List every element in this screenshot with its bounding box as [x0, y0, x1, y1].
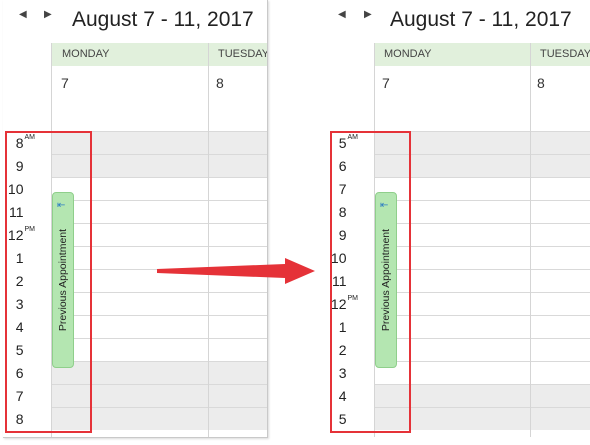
transition-arrow-icon: [157, 258, 315, 284]
next-week-icon[interactable]: ▶: [44, 10, 52, 20]
day-header-row: MONDAY TUESDAY: [51, 43, 267, 66]
highlight-box-after: [330, 131, 411, 433]
previous-week-icon[interactable]: ◀: [19, 10, 27, 20]
previous-week-icon[interactable]: ◀: [338, 10, 346, 20]
day-name-tuesday: TUESDAY: [218, 48, 268, 60]
day-divider: [530, 43, 531, 437]
highlight-box-before: [5, 131, 92, 433]
date-range-title: August 7 - 11, 2017: [72, 8, 254, 31]
day-date-tuesday: 8: [537, 75, 545, 91]
day-date-tuesday: 8: [216, 75, 224, 91]
day-header-row: MONDAY TUESDAY: [374, 43, 590, 66]
day-name-monday: MONDAY: [384, 48, 432, 60]
next-week-icon[interactable]: ▶: [364, 10, 372, 20]
date-range-title: August 7 - 11, 2017: [390, 8, 572, 31]
day-divider: [208, 43, 209, 437]
day-name-tuesday: TUESDAY: [540, 48, 590, 60]
day-date-monday: 7: [382, 75, 390, 91]
day-name-monday: MONDAY: [62, 48, 110, 60]
day-date-monday: 7: [61, 75, 69, 91]
